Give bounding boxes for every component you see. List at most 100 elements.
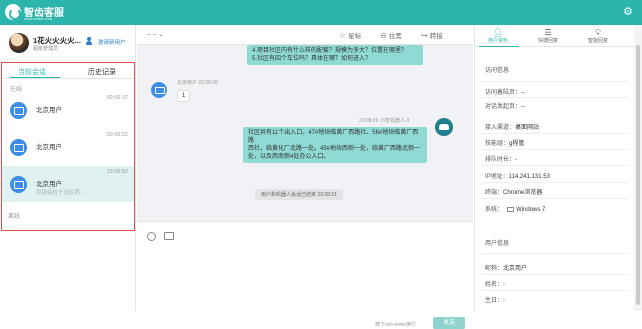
- info-label: 对话发起页：: [485, 104, 522, 110]
- session-preview: 垃圾站位于社区西...: [36, 190, 85, 196]
- divider: [481, 198, 629, 199]
- tab-user-profile[interactable]: 👤︎ 用户资料: [475, 28, 521, 44]
- tab-smart-reply[interactable]: 💡︎ 智能回复: [575, 28, 621, 44]
- visitor-avatar-icon: [151, 82, 167, 98]
- info-value: g程管: [509, 141, 525, 147]
- user-info-title: 用户信息: [485, 241, 510, 247]
- star-icon: ☆: [339, 30, 347, 40]
- info-value: --: [521, 104, 526, 110]
- tab-history[interactable]: 历史记录: [88, 67, 116, 77]
- info-ip: IP地址：114.241.131.53: [485, 171, 550, 180]
- tab-label: 快捷回复: [537, 38, 558, 44]
- invite-user-button[interactable]: 邀请新用户: [86, 37, 126, 46]
- user-icon: 👤︎: [492, 28, 504, 37]
- visit-info-title: 访问信息: [485, 68, 510, 74]
- block-icon: ⊖: [380, 30, 387, 40]
- visitor-message-bubble: 1: [177, 90, 191, 102]
- tab-label: 智能回复: [587, 38, 608, 44]
- star-button[interactable]: ☆ 星标: [339, 30, 362, 41]
- gear-icon[interactable]: ⚙: [622, 6, 634, 18]
- chat-panel: -- -- ⌄ ☆ 星标 ⊖ 拉黑 ↪ 转接 4.项目社区内有什么样的配套？规模为多大…: [137, 25, 473, 329]
- session-tabs: 当前会话 历史记录: [2, 63, 134, 79]
- left-panel: 1花火火火火... 超级管理员 邀请新用户 当前会话 历史记录 在线 北京用户 …: [0, 25, 136, 311]
- message-input[interactable]: 按下ctrl+enter换行 发送: [137, 221, 473, 329]
- info-label: 系统：: [485, 207, 504, 213]
- agent-message-bubble: 4.项目社区内有什么样的配套？规模为多大？位置在哪里？ 5.社区有四个车位吗？具…: [247, 45, 423, 65]
- info-value: Chrome浏览器: [503, 190, 543, 196]
- tab-current-sessions[interactable]: 当前会话: [18, 67, 46, 77]
- right-panel: 👤︎ 用户资料 ☰ 快捷回复 💡︎ 智能回复 访问信息 访问着陆页：-- 对话发…: [474, 25, 635, 311]
- session-item[interactable]: 北京用户 00:00:22: [2, 129, 134, 165]
- session-name: 北京用户: [36, 107, 62, 114]
- session-name: 北京用户: [36, 144, 62, 151]
- info-tabs: 👤︎ 用户资料 ☰ 快捷回复 💡︎ 智能回复: [475, 25, 635, 47]
- transfer-icon: ↪: [421, 30, 428, 40]
- info-value: -: [503, 282, 506, 288]
- star-label: 星标: [348, 33, 362, 40]
- list-icon: ☰: [544, 28, 552, 37]
- add-user-icon: [86, 37, 95, 46]
- message-list: 4.项目社区内有什么样的配套？规模为多大？位置在哪里？ 5.社区有四个车位吗？具…: [137, 45, 473, 221]
- user-role: 超级管理员: [33, 46, 59, 52]
- avatar[interactable]: [9, 33, 29, 53]
- message-line: 5.社区有四个车位吗？具体在哪？如何进入？: [252, 56, 372, 62]
- tab-quick-reply[interactable]: ☰ 快捷回复: [525, 28, 571, 44]
- info-value: 桌面网站: [515, 125, 540, 131]
- robot-avatar-icon: [435, 118, 453, 136]
- info-label: IP地址：: [485, 174, 509, 180]
- info-label: 昵称：: [485, 266, 504, 272]
- divider: [481, 81, 629, 82]
- send-button[interactable]: 发送: [433, 317, 465, 329]
- info-real-name: 姓名：-: [485, 279, 505, 288]
- visitor-message-meta: 北京用户 23:08:26: [177, 80, 218, 86]
- info-queue-time: 排队时长：-: [485, 154, 517, 163]
- info-terminal: 终端：Chrome浏览器: [485, 187, 542, 196]
- monitor-icon: [10, 176, 27, 193]
- scrollbar[interactable]: [634, 25, 642, 311]
- bulb-icon: 💡︎: [595, 28, 601, 37]
- robot-message-meta: 23:08:26 小智机器人-3: [359, 118, 410, 124]
- divider: [481, 165, 629, 166]
- top-bar: 智齿客服 www.sobot.com ⚙: [0, 0, 642, 25]
- emoji-icon[interactable]: [147, 232, 156, 241]
- info-label: 访问着陆页：: [485, 90, 522, 96]
- info-label: 排队时长：: [485, 157, 516, 163]
- robot-message-bubble: 社区共有11个出入口。47#地块临黄厂西路社、56#地块临黄厂西路 西社，临黄化…: [243, 127, 427, 163]
- profile: 1花火火火火... 超级管理员 邀请新用户: [0, 25, 136, 61]
- message-line: 社区共有11个出入口。47#地块临黄厂西路社、56#地块临黄厂西路: [248, 130, 419, 144]
- image-icon[interactable]: [164, 232, 174, 240]
- session-time: 00:00:37: [106, 95, 128, 101]
- message-line: 4.项目社区内有什么样的配套？规模为多大？位置在哪里？: [252, 48, 408, 54]
- session-item[interactable]: 北京用户 00:00:37: [2, 92, 134, 128]
- divider: [481, 133, 629, 134]
- info-label: 终端：: [485, 190, 504, 196]
- divider: [481, 253, 629, 254]
- divider: [481, 274, 629, 275]
- chevron-down-icon: ⌄: [158, 32, 164, 38]
- info-value: -: [515, 157, 518, 163]
- block-label: 拉黑: [388, 33, 402, 40]
- tab-underline: [479, 46, 519, 47]
- transfer-button[interactable]: ↪ 转接: [421, 30, 443, 41]
- send-hint: 按下ctrl+enter换行: [375, 322, 416, 328]
- info-value: Windows 7: [516, 207, 546, 213]
- session-item-active[interactable]: 北京用户 23:58:52 垃圾站位于社区西...: [2, 166, 134, 202]
- info-nickname: 昵称：北京用户: [485, 263, 527, 272]
- divider: [481, 97, 629, 98]
- scroll-thumb[interactable]: [636, 45, 640, 305]
- info-landing-page: 访问着陆页：--: [485, 87, 525, 96]
- monitor-icon: [10, 102, 27, 119]
- divider: [481, 182, 629, 183]
- info-value: 北京用户: [503, 266, 528, 272]
- divider: [481, 149, 629, 150]
- info-skill-group: 技能组：g程管: [485, 138, 524, 147]
- message-line: 处，以及西南侧4处办公入口。: [248, 154, 330, 160]
- block-button[interactable]: ⊖ 拉黑: [380, 30, 402, 41]
- logo-icon: [5, 4, 21, 20]
- info-label: 技能组：: [485, 141, 510, 147]
- chat-title[interactable]: -- -- ⌄: [147, 31, 163, 38]
- chat-title-text: -- --: [147, 32, 157, 38]
- info-label: 姓名：: [485, 282, 504, 288]
- app-url: www.sobot.com: [24, 16, 53, 21]
- divider: [481, 290, 629, 291]
